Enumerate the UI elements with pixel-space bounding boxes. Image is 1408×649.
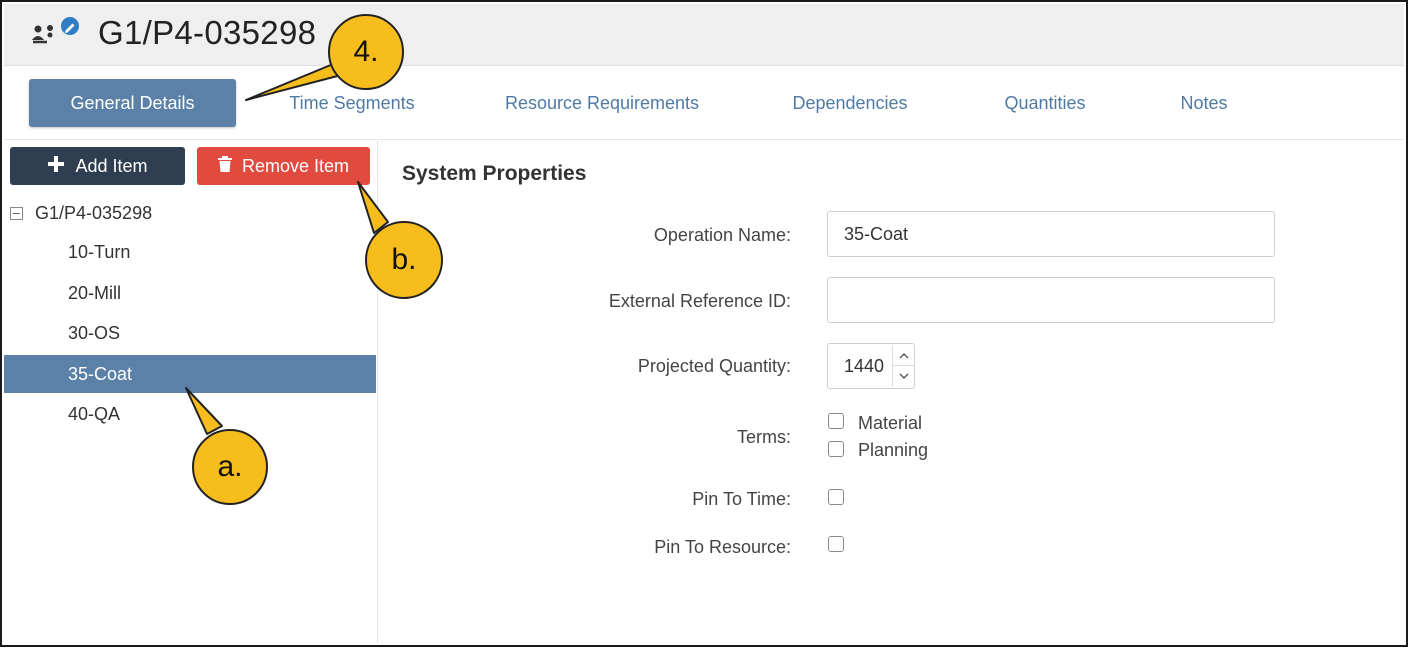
external-reference-id-field[interactable]: [827, 277, 1275, 323]
callout-a: a.: [192, 429, 268, 505]
operations-tree-panel: Add Item Remove Item G1/P4-035298 10-Tur…: [4, 141, 378, 643]
operation-edit-icon: [30, 16, 82, 50]
projected-quantity-field[interactable]: [828, 344, 890, 388]
tree-item-10-turn[interactable]: 10-Turn: [4, 233, 376, 271]
operation-name-label: Operation Name:: [653, 225, 791, 245]
tree-item-30-os[interactable]: 30-OS: [4, 314, 376, 352]
tab-resource-requirements[interactable]: Resource Requirements: [492, 66, 712, 140]
app-window: G1/P4-035298 General Details Time Segmen…: [0, 0, 1408, 647]
tree-root-node[interactable]: G1/P4-035298: [10, 201, 152, 225]
section-title: System Properties: [402, 162, 587, 185]
header-bar: G1/P4-035298: [4, 4, 1404, 66]
planning-checkbox-label: Planning: [858, 440, 929, 460]
pin-to-resource-checkbox[interactable]: [828, 536, 844, 552]
callout-b: b.: [365, 221, 443, 299]
projected-quantity-label: Projected Quantity:: [637, 356, 791, 376]
chevron-down-icon[interactable]: [892, 366, 914, 387]
tab-quantities[interactable]: Quantities: [988, 66, 1102, 140]
projected-quantity-stepper: [827, 343, 915, 389]
add-item-button[interactable]: Add Item: [10, 147, 185, 185]
trash-icon: [217, 155, 232, 177]
tab-general-details[interactable]: General Details: [29, 79, 236, 127]
add-item-label: Add Item: [75, 155, 148, 176]
page-title: G1/P4-035298: [98, 14, 317, 51]
terms-label: Terms:: [737, 427, 791, 447]
remove-item-button[interactable]: Remove Item: [197, 147, 370, 185]
tree-root-label: G1/P4-035298: [35, 202, 153, 223]
operation-name-field[interactable]: [827, 211, 1275, 257]
tree-item-35-coat[interactable]: 35-Coat: [4, 355, 376, 393]
pin-to-time-checkbox[interactable]: [828, 489, 844, 505]
pin-to-resource-label: Pin To Resource:: [654, 537, 791, 557]
remove-item-label: Remove Item: [241, 155, 350, 176]
tab-notes[interactable]: Notes: [1167, 66, 1241, 140]
tree-item-20-mill[interactable]: 20-Mill: [4, 274, 376, 312]
callout-4: 4.: [328, 14, 404, 90]
chevron-up-icon[interactable]: [892, 345, 914, 366]
material-checkbox[interactable]: [828, 413, 844, 429]
external-reference-id-label: External Reference ID:: [608, 291, 791, 311]
pin-to-time-label: Pin To Time:: [692, 489, 791, 509]
plus-icon: [47, 155, 65, 178]
tab-dependencies[interactable]: Dependencies: [780, 66, 920, 140]
tree-item-40-qa[interactable]: 40-QA: [4, 395, 376, 433]
collapse-icon[interactable]: [10, 206, 23, 220]
tab-bar: General Details Time Segments Resource R…: [4, 66, 1404, 140]
material-checkbox-label: Material: [858, 413, 923, 433]
planning-checkbox[interactable]: [828, 441, 844, 457]
